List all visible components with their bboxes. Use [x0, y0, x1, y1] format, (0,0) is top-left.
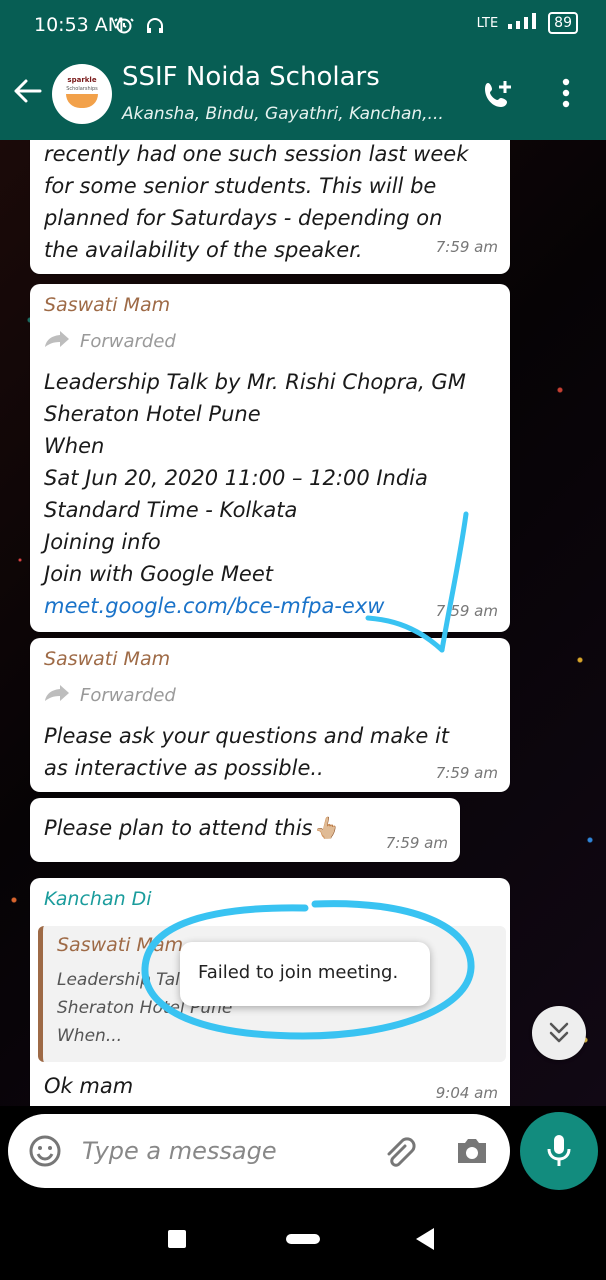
message-bubble[interactable]: Saswati Mam Forwarded Please ask your qu… — [30, 638, 510, 792]
recents-button[interactable] — [168, 1230, 186, 1248]
status-right-icons: LTE 89 — [477, 12, 578, 34]
forwarded-label: Forwarded — [44, 330, 176, 353]
vo-lte-icon: LTE — [476, 15, 499, 31]
avatar-hand-graphic — [66, 94, 98, 108]
toast-notification: Failed to join meeting. — [180, 942, 430, 1006]
message-text-content: Please plan to attend this — [44, 816, 313, 840]
message-time: 7:59 am — [385, 834, 448, 852]
forward-arrow-icon — [44, 330, 70, 353]
sender-name: Saswati Mam — [44, 294, 171, 316]
group-avatar[interactable]: sparkle Scholarships — [52, 64, 112, 124]
attach-icon[interactable] — [380, 1134, 416, 1174]
message-time: 9:04 am — [435, 1084, 498, 1102]
message-time: 7:59 am — [435, 764, 498, 782]
more-vert-icon[interactable] — [560, 78, 572, 112]
add-call-icon[interactable] — [480, 76, 516, 116]
sender-name: Saswati Mam — [44, 648, 171, 670]
toast-text: Failed to join meeting. — [198, 962, 399, 983]
message-text: Please ask your questions and make it as… — [44, 724, 450, 780]
avatar-logo-text: sparkle — [67, 76, 97, 84]
pointing-up-emoji: 👆🏼 — [312, 816, 339, 840]
chat-area[interactable]: recently had one such session last week … — [0, 140, 606, 1106]
signal-icon — [506, 12, 540, 34]
mic-button[interactable] — [520, 1112, 598, 1190]
avatar-logo-subtitle: Scholarships — [66, 86, 98, 92]
alarm-icon — [113, 16, 135, 38]
message-text: Ok mam — [44, 1074, 134, 1098]
message-time: 7:59 am — [435, 238, 498, 256]
status-time: 10:53 AM — [34, 14, 125, 36]
back-arrow-icon[interactable] — [10, 74, 44, 112]
status-left-icons — [113, 16, 165, 38]
message-composer — [8, 1114, 510, 1188]
status-bar: 10:53 AM LTE 89 — [0, 0, 606, 48]
annotation-arrow — [365, 511, 469, 653]
home-button[interactable] — [286, 1234, 320, 1244]
back-triangle-icon[interactable] — [414, 1226, 436, 1256]
scroll-to-bottom-button[interactable] — [532, 1006, 586, 1060]
message-bubble[interactable]: Please plan to attend this👆🏼 7:59 am — [30, 798, 460, 862]
headphones-icon — [145, 16, 165, 38]
message-bubble[interactable]: recently had one such session last week … — [30, 140, 510, 274]
chat-header: sparkle Scholarships SSIF Noida Scholars… — [0, 48, 606, 140]
camera-icon[interactable] — [454, 1134, 490, 1172]
forward-arrow-icon — [44, 684, 70, 707]
forwarded-text: Forwarded — [80, 331, 176, 352]
forwarded-text: Forwarded — [80, 685, 176, 706]
forwarded-label: Forwarded — [44, 684, 176, 707]
battery-icon: 89 — [548, 12, 578, 34]
system-navbar — [0, 1200, 606, 1280]
group-title[interactable]: SSIF Noida Scholars — [122, 62, 380, 92]
meet-link[interactable]: meet.google.com/bce-mfpa-exw — [44, 590, 384, 622]
message-input[interactable] — [80, 1128, 374, 1174]
message-text: recently had one such session last week … — [44, 142, 469, 262]
group-members[interactable]: Akansha, Bindu, Gayathri, Kanchan,... — [122, 104, 444, 124]
emoji-icon[interactable] — [28, 1134, 62, 1172]
message-text: Please plan to attend this👆🏼 — [44, 812, 339, 844]
